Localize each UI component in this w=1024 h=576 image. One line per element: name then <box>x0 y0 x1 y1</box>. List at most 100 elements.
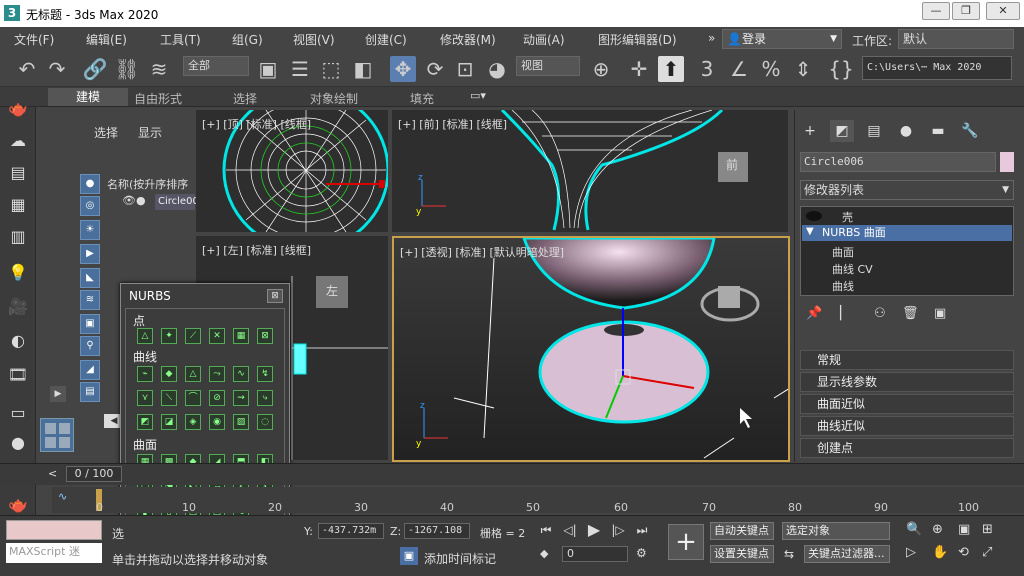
grid-icon[interactable]: ▥ <box>7 226 29 248</box>
zoom-extents-all-icon[interactable]: ⊞ <box>982 522 993 537</box>
camera-icon[interactable]: 🎥 <box>7 296 29 318</box>
menu-file[interactable]: 文件(F) <box>14 31 54 48</box>
nurbs-cv-curve-icon[interactable]: ⌁ <box>137 366 153 382</box>
pan-icon[interactable]: ✋ <box>932 545 948 560</box>
filter-helpers-icon[interactable]: ◣ <box>80 268 100 288</box>
scene-explorer-icon[interactable]: ▦ <box>7 194 29 216</box>
left-view-cube[interactable]: 左 <box>326 282 338 299</box>
menu-animation[interactable]: 动画(A) <box>523 31 565 48</box>
time-tag-icon[interactable]: ▣ <box>400 547 418 565</box>
filter-xref-icon[interactable]: ◢ <box>80 360 100 380</box>
light-icon[interactable]: 💡 <box>7 262 29 284</box>
nurbs-blend-curve-icon[interactable]: ∿ <box>233 366 249 382</box>
placement-icon[interactable]: ◕ <box>484 56 510 82</box>
percent-snap-icon[interactable]: % <box>758 56 784 82</box>
orbit-icon[interactable]: ⟲ <box>958 545 969 560</box>
nurbs-surf-intersect-icon[interactable]: ⊘ <box>209 390 225 406</box>
object-name-field[interactable]: Circle006 <box>800 152 996 172</box>
tab-object-paint[interactable]: 对象绘制 <box>310 90 358 107</box>
viewport-front-label[interactable]: [+] [前] [标准] [线框] <box>398 116 507 132</box>
time-config-icon[interactable]: ⚙ <box>636 546 647 560</box>
play-icon[interactable]: ▶ <box>50 386 66 402</box>
auto-key-button[interactable]: 自动关键点 <box>710 522 774 540</box>
stack-item-nurbs-surface[interactable]: NURBS 曲面 <box>802 225 1012 241</box>
z-coordinate-field[interactable]: -1267.108 <box>404 523 470 539</box>
nurbs-fit-curve-icon[interactable]: △ <box>185 366 201 382</box>
utilities-tab-icon[interactable]: 🔧 <box>958 120 982 142</box>
current-frame-field[interactable]: 0 <box>562 546 628 562</box>
minimize-button[interactable]: — <box>922 2 950 20</box>
key-filters-button[interactable]: 关键点过滤器... <box>804 545 890 563</box>
nurbs-point-icon[interactable]: △ <box>137 328 153 344</box>
menu-view[interactable]: 视图(V) <box>293 31 335 48</box>
render-frame-icon[interactable]: ▤ <box>7 162 29 184</box>
curve-editor-icon[interactable]: ∿ <box>58 490 67 503</box>
film-icon[interactable]: 🎞 <box>7 364 29 386</box>
teapot-small-icon[interactable]: 🫖 <box>7 494 29 516</box>
menu-modifiers[interactable]: 修改器(M) <box>440 31 496 48</box>
viewport-perspective[interactable]: zy [+] [透视] [标准] [默认明暗处理] <box>392 236 790 462</box>
go-to-start-icon[interactable]: ⏮ <box>538 522 554 538</box>
scene-object-item[interactable]: Circle00 <box>155 194 199 210</box>
scene-tab-select[interactable]: 选择 <box>94 124 118 141</box>
maximize-viewport-icon[interactable]: ⤢ <box>982 545 992 560</box>
keyboard-shortcut-icon[interactable]: ⬆ <box>658 56 684 82</box>
pin-stack-icon[interactable]: 📌 <box>806 306 822 321</box>
rollout-curve-approx[interactable]: 曲线近似 <box>800 416 1014 436</box>
remove-modifier-icon[interactable]: 🗑 <box>902 306 919 321</box>
rollout-surface-approx[interactable]: 曲面近似 <box>800 394 1014 414</box>
y-coordinate-field[interactable]: -437.732m <box>318 523 384 539</box>
motion-tab-icon[interactable]: ● <box>894 120 918 142</box>
visibility-icon[interactable]: 👁● <box>122 194 146 207</box>
nurbs-u-iso-curve-icon[interactable]: ⇝ <box>233 390 249 406</box>
unlink-icon[interactable]: ⛓ <box>114 56 140 82</box>
object-color-swatch[interactable] <box>1000 152 1014 172</box>
workspace-dropdown[interactable]: 默认 <box>898 29 1014 49</box>
nurbs-surf-edge-icon[interactable]: ◌ <box>257 414 273 430</box>
filter-shapes-icon[interactable]: ◎ <box>80 196 100 216</box>
tab-selection[interactable]: 选择 <box>233 90 257 107</box>
viewport-layout-icon[interactable] <box>40 418 74 452</box>
nurbs-fillet-curve-icon[interactable]: ⌒ <box>185 390 201 406</box>
show-end-result-icon[interactable]: ▏ <box>840 306 850 321</box>
pivot-center-icon[interactable]: ⊕ <box>588 56 614 82</box>
angle-snap-icon[interactable]: ∠ <box>726 56 752 82</box>
prev-frame-icon[interactable]: ◁| <box>562 522 578 538</box>
menu-group[interactable]: 组(G) <box>232 31 263 48</box>
rotate-icon[interactable]: ⟳ <box>422 56 448 82</box>
stack-item-curve-cv[interactable]: 曲线 CV <box>832 261 873 277</box>
nurbs-point-curve-icon[interactable]: ◆ <box>161 366 177 382</box>
nurbs-transform-curve-icon[interactable]: ⤳ <box>209 366 225 382</box>
sort-column-header[interactable]: 名称(按升序排序 <box>107 176 188 192</box>
nurbs-v-iso-curve-icon[interactable]: ⤷ <box>257 390 273 406</box>
nurbs-mirror-curve-icon[interactable]: ⋎ <box>137 390 153 406</box>
set-key-button[interactable]: 设置关键点 <box>710 545 774 563</box>
menu-create[interactable]: 创建(C) <box>365 31 407 48</box>
set-key-big-icon[interactable]: + <box>668 524 704 560</box>
time-slider-frame[interactable]: 0 / 100 <box>66 466 122 482</box>
menu-edit[interactable]: 编辑(E) <box>86 31 127 48</box>
window-crossing-icon[interactable]: ◧ <box>350 56 376 82</box>
viewport-left-label[interactable]: [+] [左] [标准] [线框] <box>202 242 311 258</box>
snap-toggle-icon[interactable]: 3 <box>694 56 720 82</box>
modifier-visibility-icon[interactable] <box>806 211 822 221</box>
zoom-all-icon[interactable]: ⊕ <box>932 522 943 537</box>
nurbs-surf-curve-point-icon[interactable]: ⊠ <box>257 328 273 344</box>
go-to-end-icon[interactable]: ⏭ <box>634 522 650 538</box>
reference-coord-dropdown[interactable]: 视图 <box>516 56 580 76</box>
display-tab-icon[interactable]: ▬ <box>926 120 950 142</box>
login-dropdown[interactable]: 👤登录 ▼ <box>722 29 842 49</box>
rect-region-icon[interactable]: ⬚ <box>318 56 344 82</box>
box-icon[interactable]: ▭ <box>7 402 29 424</box>
filter-spacewarps-icon[interactable]: ≋ <box>80 290 100 310</box>
front-view-cube[interactable]: 前 <box>726 156 738 173</box>
fov-icon[interactable]: ▷ <box>906 545 916 560</box>
nurbs-offset-point-icon[interactable]: ✦ <box>161 328 177 344</box>
next-frame-icon[interactable]: |▷ <box>610 522 626 538</box>
tab-freeform[interactable]: 自由形式 <box>134 90 182 107</box>
scale-icon[interactable]: ⊡ <box>452 56 478 82</box>
create-tab-icon[interactable]: + <box>798 120 822 142</box>
tab-populate[interactable]: 填充 <box>410 90 434 107</box>
filter-geometry-icon[interactable]: ● <box>80 174 100 194</box>
teapot-icon[interactable]: 🫖 <box>7 98 29 120</box>
